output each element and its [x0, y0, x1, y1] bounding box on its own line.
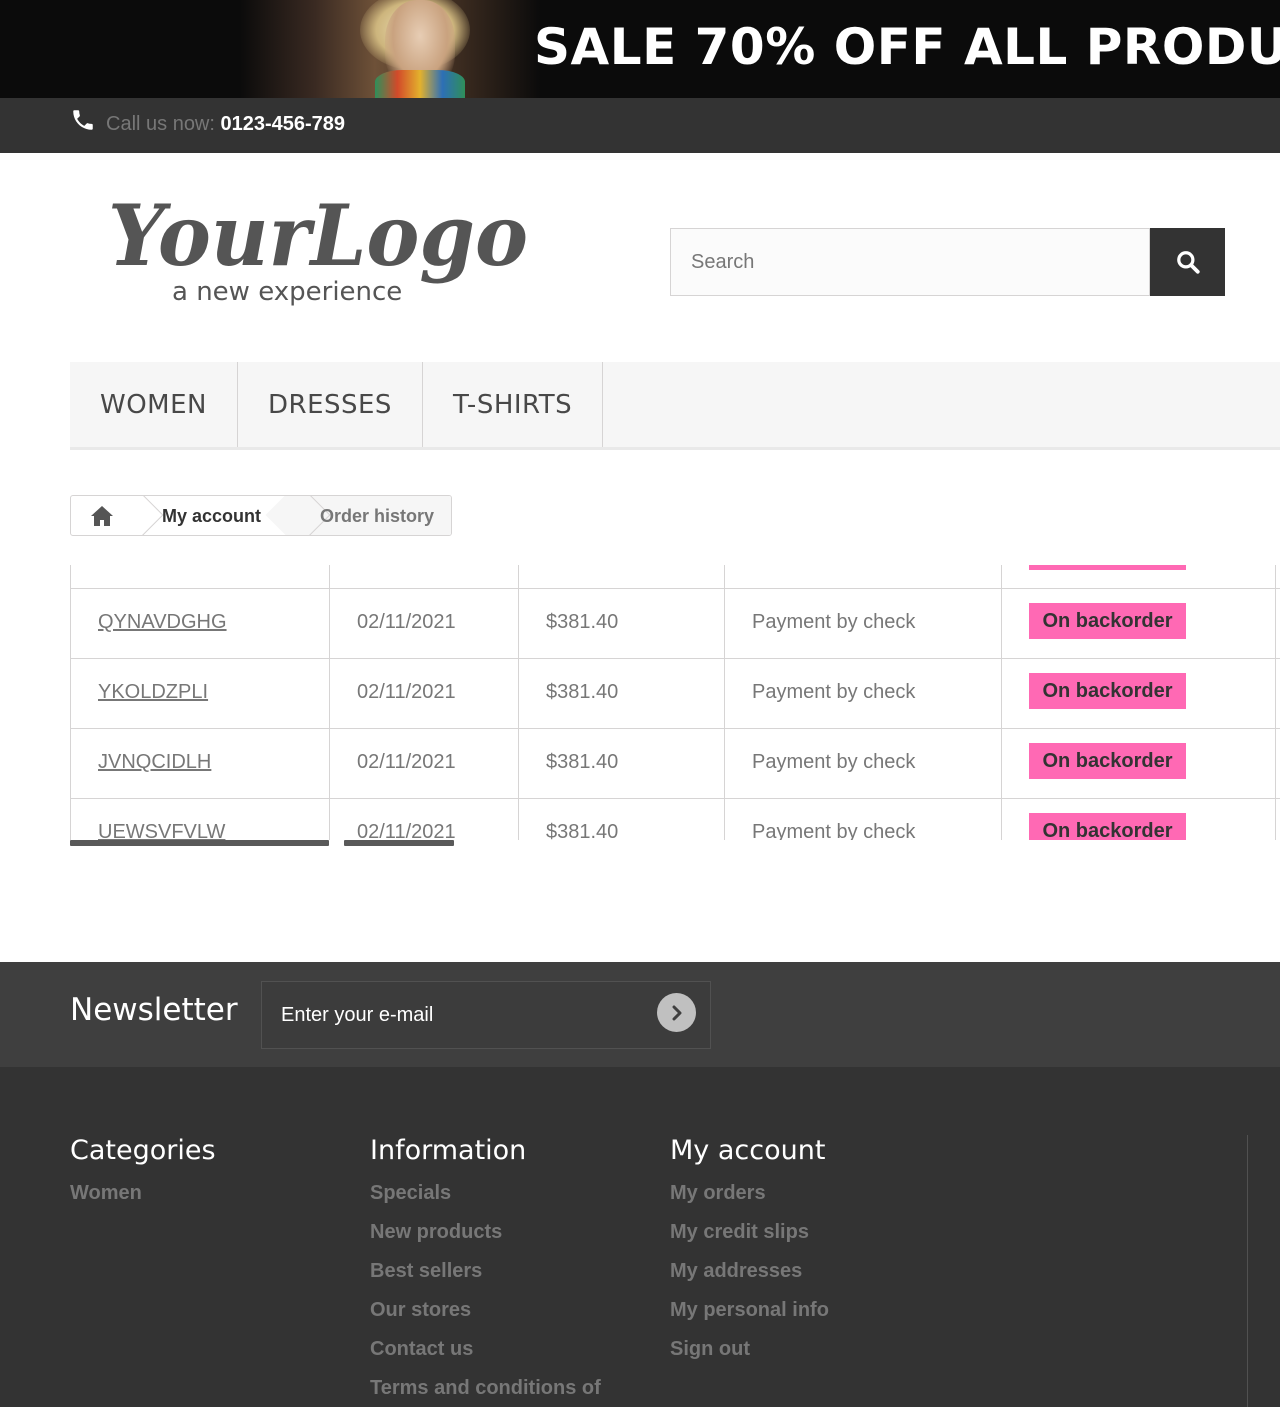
- call-us: Call us now: 0123-456-789: [106, 113, 345, 136]
- order-total: $381.40: [546, 821, 619, 840]
- logo-main-text: YourLogo: [108, 186, 528, 285]
- order-payment: Payment by check: [752, 751, 916, 773]
- table-scrollbar[interactable]: [70, 840, 329, 846]
- footer-link-terms[interactable]: Terms and conditions of: [370, 1375, 601, 1414]
- breadcrumb-my-account[interactable]: My account: [162, 506, 261, 527]
- footer-link-best-sellers[interactable]: Best sellers: [370, 1258, 601, 1297]
- order-reference-link[interactable]: YKOLDZPLI: [98, 681, 208, 704]
- search-input[interactable]: [670, 228, 1150, 296]
- order-payment: Payment by check: [752, 611, 916, 633]
- table-row: YKOLDZPLI 02/11/2021 $381.40 Payment by …: [70, 658, 1280, 728]
- promo-banner[interactable]: SALE 70% OFF ALL PRODUCTS: [0, 0, 1280, 98]
- order-payment: Payment by check: [752, 681, 916, 703]
- table-row: QYNAVDGHG 02/11/2021 $381.40 Payment by …: [70, 588, 1280, 658]
- footer-link-specials[interactable]: Specials: [370, 1180, 601, 1219]
- banner-text: SALE 70% OFF ALL PRODUCTS: [534, 18, 1280, 76]
- newsletter-email-input[interactable]: [261, 981, 711, 1049]
- footer-link-credit-slips[interactable]: My credit slips: [670, 1219, 829, 1258]
- table-row: UEWSVFVLW 02/11/2021 $381.40 Payment by …: [70, 798, 1280, 840]
- phone-number: 0123-456-789: [220, 113, 346, 135]
- footer-link-our-stores[interactable]: Our stores: [370, 1297, 601, 1336]
- order-date: 02/11/2021: [357, 821, 456, 840]
- order-date: 02/11/2021: [357, 611, 456, 633]
- footer: [0, 1067, 1280, 1407]
- logo-tagline: a new experience: [172, 277, 402, 307]
- order-reference-link[interactable]: UEWSVFVLW: [98, 821, 225, 840]
- order-date: 02/11/2021: [357, 681, 456, 703]
- order-reference-link[interactable]: JVNQCIDLH: [98, 751, 211, 774]
- search-icon: [1176, 251, 1200, 274]
- breadcrumb: My account Order history: [70, 495, 452, 536]
- site-logo[interactable]: YourLogo a new experience: [100, 180, 540, 310]
- footer-information-title: Information: [370, 1135, 527, 1166]
- status-badge: On backorder: [1029, 743, 1186, 779]
- footer-account-title: My account: [670, 1135, 826, 1166]
- order-total: $381.40: [546, 681, 619, 703]
- banner-model-dress: [375, 70, 465, 98]
- order-payment: Payment by check: [752, 821, 916, 840]
- table-scrollbar[interactable]: [344, 840, 454, 846]
- footer-link-new-products[interactable]: New products: [370, 1219, 601, 1258]
- main-menu: WOMEN DRESSES T-SHIRTS: [70, 362, 1280, 450]
- newsletter-title: Newsletter: [70, 992, 238, 1028]
- table-row: JVNQCIDLH 02/11/2021 $381.40 Payment by …: [70, 728, 1280, 798]
- call-us-label: Call us now:: [106, 113, 215, 135]
- home-icon: [91, 505, 113, 526]
- status-badge: On backorder: [1029, 673, 1186, 709]
- newsletter-submit-button[interactable]: [657, 993, 696, 1032]
- footer-link-women[interactable]: Women: [70, 1180, 216, 1219]
- menu-item-women[interactable]: WOMEN: [70, 362, 238, 447]
- status-badge: [1029, 565, 1186, 570]
- status-badge: On backorder: [1029, 813, 1186, 840]
- phone-icon: [73, 110, 93, 130]
- footer-divider: [1247, 1135, 1248, 1407]
- status-badge: On backorder: [1029, 603, 1186, 639]
- footer-information: Information Specials New products Best s…: [370, 1135, 601, 1414]
- menu-item-tshirts[interactable]: T-SHIRTS: [423, 362, 604, 447]
- breadcrumb-home[interactable]: [71, 496, 133, 535]
- footer-link-sign-out[interactable]: Sign out: [670, 1336, 829, 1375]
- chevron-right-icon: [672, 1005, 681, 1020]
- order-reference-link[interactable]: QYNAVDGHG: [98, 611, 227, 634]
- footer-link-my-orders[interactable]: My orders: [670, 1180, 829, 1219]
- footer-link-contact-us[interactable]: Contact us: [370, 1336, 601, 1375]
- footer-categories-title: Categories: [70, 1135, 216, 1166]
- search-button[interactable]: [1150, 228, 1225, 296]
- order-date: 02/11/2021: [357, 751, 456, 773]
- footer-link-personal-info[interactable]: My personal info: [670, 1297, 829, 1336]
- breadcrumb-current: Order history: [320, 506, 435, 526]
- menu-item-dresses[interactable]: DRESSES: [238, 362, 423, 447]
- order-total: $381.40: [546, 751, 619, 773]
- order-history-table[interactable]: QYNAVDGHG 02/11/2021 $381.40 Payment by …: [70, 565, 1280, 840]
- footer-link-addresses[interactable]: My addresses: [670, 1258, 829, 1297]
- footer-my-account: My account My orders My credit slips My …: [670, 1135, 829, 1375]
- footer-categories: Categories Women: [70, 1135, 216, 1219]
- order-total: $381.40: [546, 611, 619, 633]
